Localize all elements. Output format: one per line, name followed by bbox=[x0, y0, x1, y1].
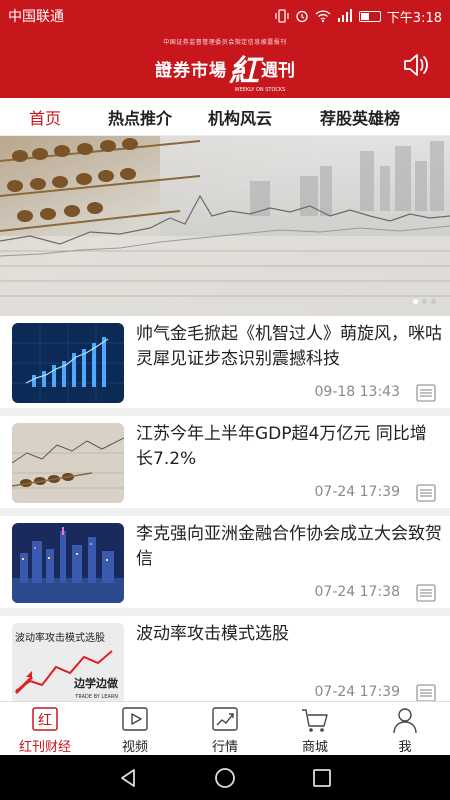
alarm-icon bbox=[296, 10, 308, 23]
news-time: 09-18 13:43 bbox=[314, 384, 400, 400]
tab-stock-heroes[interactable]: 荐股英雄榜 bbox=[290, 105, 430, 129]
bottom-tab-bar: 红 红刊财经 视频 行情 商城 我 bbox=[0, 701, 450, 755]
news-time: 07-24 17:38 bbox=[314, 584, 400, 600]
tab-label: 我 bbox=[398, 740, 412, 755]
article-icon bbox=[416, 684, 436, 702]
news-time: 07-24 17:39 bbox=[314, 684, 400, 700]
user-icon bbox=[393, 708, 417, 734]
thumb-title: 波动率攻击模式选股 bbox=[15, 633, 105, 644]
carousel-indicator bbox=[413, 299, 436, 304]
logo-text-c: 週刊 bbox=[261, 60, 295, 81]
shopping-cart-icon bbox=[302, 709, 328, 732]
tab-video[interactable]: 视频 bbox=[90, 702, 180, 755]
logo-subtitle: WEEKLY ON STOCKS bbox=[234, 87, 286, 93]
logo-top-text: 中国证券监督管理委员会指定信息披露报刊 bbox=[163, 39, 287, 46]
tab-home[interactable]: 首页 bbox=[0, 105, 90, 129]
system-nav-bar bbox=[0, 755, 450, 800]
news-thumbnail: 波动率攻击模式选股 边学边做 TRADE BY LEARN bbox=[12, 623, 124, 703]
market-chart-icon bbox=[212, 707, 238, 731]
brand-logo: 中国证券监督管理委员会指定信息披露报刊 證券市場 紅 週刊 WEEKLY ON … bbox=[155, 37, 295, 93]
article-icon bbox=[416, 584, 436, 602]
carousel-dot bbox=[431, 299, 436, 304]
news-item[interactable]: 波动率攻击模式选股 边学边做 TRADE BY LEARN 波动率攻击模式选股 … bbox=[0, 616, 450, 708]
logo-text-b: 紅 bbox=[229, 54, 259, 89]
banner-carousel[interactable] bbox=[0, 136, 450, 316]
news-item[interactable]: 帅气金毛掀起《机智过人》萌旋风，咪咕灵犀见证步态识别震撼科技 09-18 13:… bbox=[0, 316, 450, 408]
tab-label: 视频 bbox=[121, 740, 148, 755]
tab-market[interactable]: 行情 bbox=[180, 702, 270, 755]
battery-icon bbox=[358, 10, 381, 22]
tab-hot-picks[interactable]: 热点推介 bbox=[90, 105, 190, 129]
hongkan-icon: 红 bbox=[32, 707, 58, 731]
video-icon bbox=[122, 707, 148, 731]
news-time: 07-24 17:39 bbox=[314, 484, 400, 500]
status-time: 下午3:18 bbox=[386, 10, 442, 26]
logo-text-a: 證券市場 bbox=[155, 60, 227, 81]
news-thumbnail bbox=[12, 423, 124, 503]
tab-mall[interactable]: 商城 bbox=[270, 702, 360, 755]
article-icon bbox=[416, 384, 436, 402]
tab-label: 行情 bbox=[211, 740, 238, 755]
tab-me[interactable]: 我 bbox=[360, 702, 450, 755]
status-icons: 下午3:18 bbox=[275, 7, 442, 26]
app-header: 中国证券监督管理委员会指定信息披露报刊 證券市場 紅 週刊 WEEKLY ON … bbox=[0, 32, 450, 98]
carrier-name: 中国联通 bbox=[8, 9, 64, 25]
vibrate-icon bbox=[275, 9, 289, 23]
news-title: 帅气金毛掀起《机智过人》萌旋风，咪咕灵犀见证步态识别震撼科技 bbox=[136, 324, 442, 369]
hongkan-glyph: 红 bbox=[38, 713, 52, 729]
wifi-icon bbox=[315, 10, 331, 23]
news-thumbnail bbox=[12, 523, 124, 603]
thumb-caption-sub: TRADE BY LEARN bbox=[75, 694, 118, 700]
category-tabs: 首页 热点推介 机构风云 荐股英雄榜 bbox=[0, 98, 450, 136]
recents-icon[interactable] bbox=[311, 767, 333, 789]
home-icon[interactable] bbox=[214, 767, 236, 789]
status-bar: 中国联通 下午3:18 bbox=[0, 0, 450, 32]
divider bbox=[0, 408, 450, 416]
news-item[interactable]: 江苏今年上半年GDP超4万亿元 同比增长7.2% 07-24 17:39 bbox=[0, 416, 450, 508]
article-icon bbox=[416, 484, 436, 502]
divider bbox=[0, 608, 450, 616]
tab-institutions[interactable]: 机构风云 bbox=[190, 105, 290, 129]
news-item[interactable]: 李克强向亚洲金融合作协会成立大会致贺信 07-24 17:38 bbox=[0, 516, 450, 608]
tab-label: 红刊财经 bbox=[18, 740, 71, 755]
tab-label: 商城 bbox=[301, 740, 328, 755]
news-title: 波动率攻击模式选股 bbox=[136, 624, 289, 644]
thumb-caption: 边学边做 bbox=[74, 677, 118, 690]
carousel-dot bbox=[413, 299, 418, 304]
divider bbox=[0, 508, 450, 516]
news-thumbnail bbox=[12, 323, 124, 403]
news-title: 江苏今年上半年GDP超4万亿元 同比增长7.2% bbox=[136, 424, 427, 469]
tab-hongkan-finance[interactable]: 红 红刊财经 bbox=[0, 702, 90, 755]
back-icon[interactable] bbox=[117, 767, 139, 789]
news-title: 李克强向亚洲金融合作协会成立大会致贺信 bbox=[136, 524, 442, 569]
signal-icon bbox=[337, 9, 352, 22]
banner-image bbox=[0, 136, 450, 316]
carousel-dot bbox=[422, 299, 427, 304]
speaker-icon[interactable] bbox=[402, 51, 430, 79]
